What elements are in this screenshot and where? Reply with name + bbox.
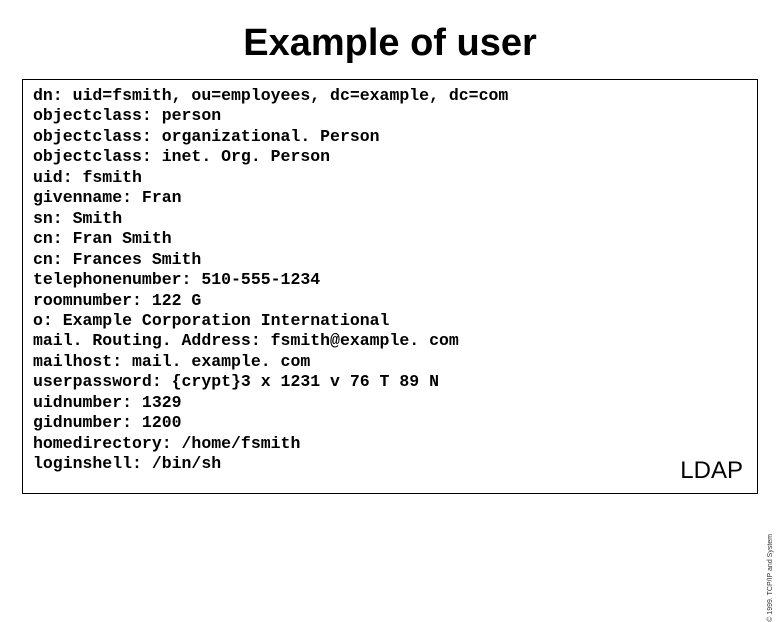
slide-title: Example of user: [0, 22, 780, 65]
content-box: dn: uid=fsmith, ou=employees, dc=example…: [22, 79, 758, 494]
ldif-block: dn: uid=fsmith, ou=employees, dc=example…: [33, 86, 747, 475]
copyright-sidebar: © 1999. TCP/IP and System: [767, 534, 774, 622]
ldap-label: LDAP: [680, 457, 743, 485]
